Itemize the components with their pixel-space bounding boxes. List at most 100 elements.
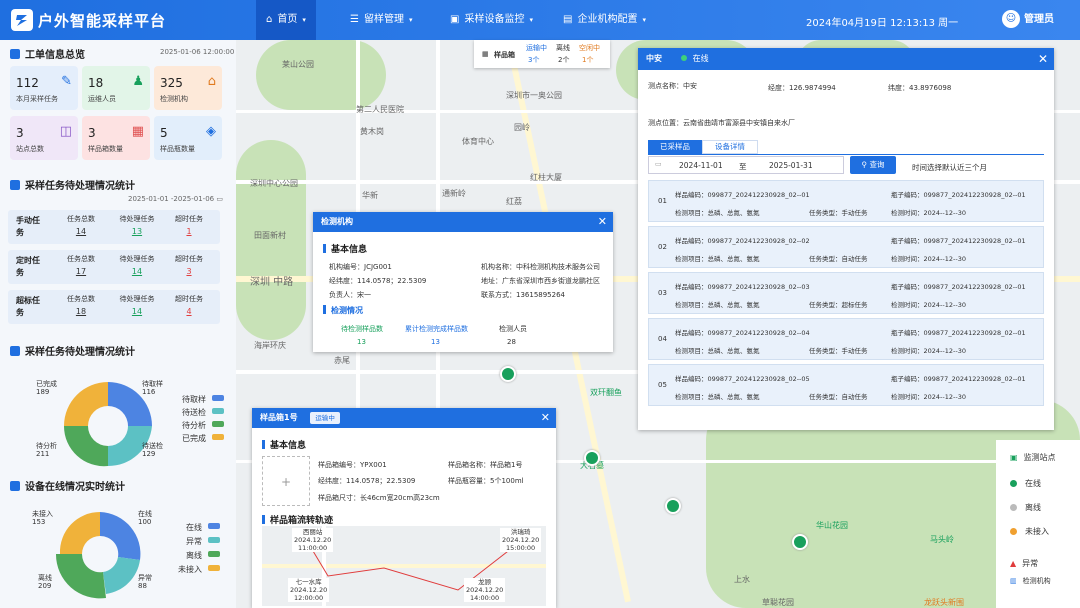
donut-slice-abnormal[interactable] <box>103 557 140 594</box>
sample-record[interactable]: 05 样品编码：099877_202412230928_02--05 瓶子编码：09… <box>648 364 1044 406</box>
card-label: 样品箱数量 <box>88 145 123 153</box>
app-title: 户外智能采样平台 <box>38 12 167 30</box>
legend-item[interactable]: 待取样 <box>182 394 224 405</box>
legend-lab[interactable]: ▥ 检测机构 <box>1010 576 1051 586</box>
legend-item[interactable]: 在线 <box>186 522 220 533</box>
pipette-icon: ✎ <box>61 74 72 89</box>
nav-device-monitor[interactable]: ▣ 采样设备监控 ▾ <box>440 0 543 40</box>
sample-record[interactable]: 04 样品编码：099877_202412230928_02--04 瓶子编码：09… <box>648 318 1044 360</box>
legend-item[interactable]: 已完成 <box>182 433 224 444</box>
task-col: 超时任务 4 <box>164 294 214 316</box>
legend-offline[interactable]: 离线 <box>1010 502 1041 513</box>
map-label: 田面新村 <box>254 231 286 240</box>
user-menu[interactable]: ☺ 管理员 <box>1002 10 1054 28</box>
task-row-scheduled[interactable]: 定时任务 任务总数 17 待处理任务 14 超时任务 3 <box>8 250 220 284</box>
track-point[interactable]: 龙顾 2024.12.20 14:00:00 <box>464 578 506 602</box>
track-place: 西丽站 <box>302 528 323 536</box>
legend-item[interactable]: 未接入 <box>178 564 220 575</box>
col-value: 4 <box>186 307 192 316</box>
donut-label-value: 88 <box>138 582 147 590</box>
stat-card-staff[interactable]: 18 运维人员 ♟ <box>82 66 150 110</box>
tab-device-details[interactable]: 设备详情 <box>702 140 758 154</box>
nav-org-config[interactable]: ▤ 企业机构配置 ▾ <box>553 0 656 40</box>
legend-online[interactable]: 在线 <box>1010 478 1041 489</box>
close-icon[interactable]: ✕ <box>1038 48 1048 70</box>
task-col: 待处理任务 14 <box>112 294 162 316</box>
tab-samples[interactable]: 已采样品 <box>648 140 702 154</box>
donut-slice-completed[interactable] <box>64 382 108 426</box>
site-name: 测点名称：中安 <box>648 82 697 90</box>
col-value: 14 <box>131 307 143 316</box>
legend-item[interactable]: 待分析 <box>182 420 224 431</box>
station-pin-icon[interactable] <box>792 534 808 550</box>
dot-icon <box>1010 480 1017 487</box>
legend-not-connected[interactable]: 未接入 <box>1010 526 1049 537</box>
track-point[interactable]: 洪瑞琦 2024.12.20 15:00:00 <box>500 528 542 552</box>
date-range-picker[interactable]: ▭ 2024-11-01 至 2025-01-31 <box>648 156 844 174</box>
donut-slice-not-connected[interactable] <box>59 511 100 554</box>
station-pin-icon[interactable] <box>500 366 516 382</box>
top-bar: 户外智能采样平台 ⌂ 首页 ▾ ☰ 留样管理 ▾ ▣ 采样设备监控 ▾ ▤ 企业机构配置 ▾ 2… <box>0 0 1080 40</box>
col-label: 任务总数 <box>67 215 95 223</box>
donut-label-name: 未接入 <box>32 510 53 518</box>
section-date-range[interactable]: 2025-01-01 -2025-01-06 ▭ <box>128 195 223 203</box>
card-label: 运维人员 <box>88 95 116 103</box>
lab-stat-value: 13 <box>431 338 440 346</box>
add-image-icon[interactable]: + <box>262 456 310 506</box>
donut-label-value: 116 <box>142 388 156 396</box>
close-icon[interactable]: ✕ <box>598 212 607 232</box>
record-no: 04 <box>658 335 667 343</box>
task-col: 任务总数 18 <box>56 294 106 316</box>
sample-record[interactable]: 01 样品编码：099877_202412230928_02--01 瓶子编码：09… <box>648 180 1044 222</box>
legend-station[interactable]: ▣ 监测站点 <box>1010 452 1056 463</box>
track-point[interactable]: 西丽站 2024.12.20 11:00:00 <box>292 528 334 552</box>
donut-label: 离线 209 <box>38 574 52 590</box>
donut-slice-pending-analysis[interactable] <box>63 426 108 467</box>
station-pin-icon[interactable] <box>665 498 681 514</box>
lab-popup-title: 检测机构 <box>321 217 353 226</box>
legend-swatch <box>212 408 224 414</box>
track-point[interactable]: 七一水库 2024.12.20 12:00:00 <box>288 578 330 602</box>
donut-label-name: 异常 <box>138 574 152 582</box>
lab-field: 机构名称：中科检测机构技术服务公司 <box>481 263 600 271</box>
station-pin-icon[interactable] <box>584 450 600 466</box>
legend-item[interactable]: 离线 <box>186 550 220 561</box>
stat-label: 运输中 <box>526 44 547 52</box>
donut-slice-offline[interactable] <box>55 554 106 599</box>
legend-item[interactable]: 异常 <box>186 536 220 547</box>
stat-card-tasks[interactable]: 112 本月采样任务 ✎ <box>10 66 78 110</box>
stat-card-labs[interactable]: 325 检测机构 ⌂ <box>154 66 222 110</box>
legend-item[interactable]: 待送检 <box>182 407 224 418</box>
site-lat: 纬度：43.8976098 <box>888 84 952 92</box>
legend-abnormal[interactable]: ▲ 异常 <box>1010 558 1038 569</box>
nav-device-monitor-label: 采样设备监控 <box>464 14 525 25</box>
task-row-exceed[interactable]: 超标任务 任务总数 18 待处理任务 14 超时任务 4 <box>8 290 220 324</box>
task-col: 任务总数 14 <box>56 214 106 236</box>
donut-label: 待分析 211 <box>36 442 57 458</box>
legend-label: 异常 <box>186 537 202 546</box>
donut-slice-online[interactable] <box>100 512 141 560</box>
donut-label-name: 待分析 <box>36 442 57 450</box>
chart-icon <box>10 346 20 356</box>
track-date: 2024.12.20 <box>466 586 504 594</box>
sample-record[interactable]: 02 样品编码：099877_202412230928_02--02 瓶子编码：09… <box>648 226 1044 268</box>
stat-card-stations[interactable]: 3 站点总数 ◫ <box>10 116 78 160</box>
sample-box-summary[interactable]: ▦ 样品箱 运输中 3个 离线 2个 空闲中 1个 <box>474 40 610 68</box>
sample-record[interactable]: 03 样品编码：099877_202412230928_02--03 瓶子编码：09… <box>648 272 1044 314</box>
chevron-down-icon: ▾ <box>408 16 413 24</box>
left-panel: 工单信息总览 2025-01-06 12:00:00 112 本月采样任务 ✎ … <box>0 40 236 608</box>
nav-home[interactable]: ⌂ 首页 ▾ <box>256 0 316 40</box>
record-bottle-code: 瓶子编码：099877_202412230928_02--01 <box>891 283 1026 291</box>
stat-card-boxes[interactable]: 3 样品箱数量 ▦ <box>82 116 150 160</box>
map-label: 华山花园 <box>816 521 848 530</box>
close-icon[interactable]: ✕ <box>541 408 550 428</box>
donut-label-value: 209 <box>38 582 52 590</box>
chart-icon <box>10 49 20 59</box>
task-row-manual[interactable]: 手动任务 任务总数 14 待处理任务 13 超时任务 1 <box>8 210 220 244</box>
nav-sample-retention[interactable]: ☰ 留样管理 ▾ <box>340 0 422 40</box>
lab-detect-title: 检测情况 <box>323 305 363 316</box>
stat-card-bottles[interactable]: 5 样品瓶数量 ◈ <box>154 116 222 160</box>
track-map[interactable]: 西丽站 2024.12.20 11:00:00 洪瑞琦 2024.12.20 15:00… <box>262 526 546 606</box>
legend-label: 待送检 <box>182 408 206 417</box>
query-button[interactable]: ⚲ 查询 <box>850 156 896 174</box>
